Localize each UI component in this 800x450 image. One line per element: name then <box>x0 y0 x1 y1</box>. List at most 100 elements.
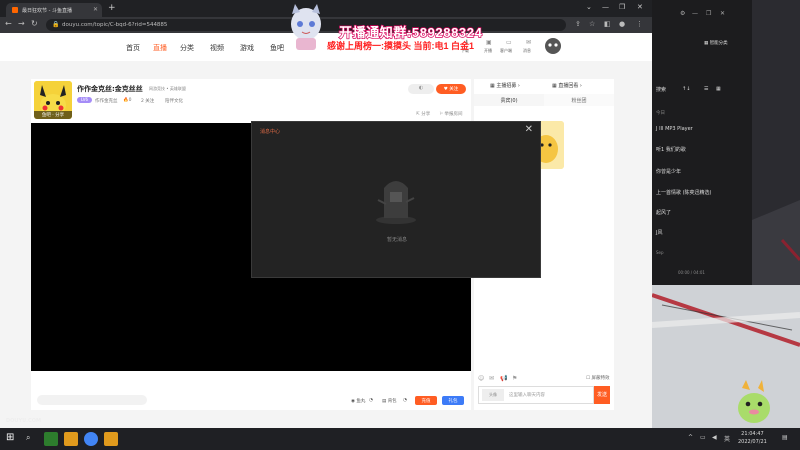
fishball-text: 鱼丸 <box>356 399 366 404</box>
track-item[interactable]: 你曾是少年 <box>656 168 681 175</box>
user-avatar[interactable] <box>544 37 562 55</box>
lock-icon: 🔒 <box>52 21 60 28</box>
search-tab[interactable]: 搜索 <box>656 86 666 93</box>
clock-date: 2022/07/21 <box>738 439 767 445</box>
nav-messages[interactable]: 消息 <box>523 48 531 54</box>
streamer-header: 鱼吧 · 分享 作作金克丝:金克丝丝 网游竞技 • 英雄联盟 LV6 作作金克丝… <box>31 79 471 123</box>
tray-chevron-icon[interactable]: ^ <box>688 434 693 441</box>
block-effects-checkbox[interactable]: ☐ 屏蔽特效 <box>586 375 609 381</box>
streamer-avatar[interactable]: 鱼吧 · 分享 <box>34 81 72 119</box>
app-orange-icon[interactable] <box>104 432 118 446</box>
address-toolbar: ← → ↻ 🔒 douyu.com/topic/C-bqd-6?rid=5448… <box>0 17 652 33</box>
track-item[interactable]: Sep <box>656 250 664 255</box>
app-green-icon[interactable] <box>44 432 58 446</box>
track-item[interactable]: J III MP3 Player <box>656 126 693 132</box>
track-item[interactable]: 上一首情歌 (陈奕迅精选) <box>656 189 712 196</box>
star-icon[interactable]: ☆ <box>589 20 595 28</box>
reload-icon[interactable]: ↻ <box>31 19 38 28</box>
send-button[interactable]: 发送 <box>594 386 610 404</box>
close-tab-icon[interactable]: ✕ <box>93 6 98 13</box>
broadcast-icon[interactable]: ▣ <box>486 39 492 46</box>
backpack-label: ▤ 背包 <box>382 399 397 404</box>
network-icon[interactable]: ▭ <box>700 434 706 441</box>
track-item[interactable]: 起风了 <box>656 209 671 216</box>
close-window-icon[interactable]: ✕ <box>637 3 643 11</box>
back-icon[interactable]: ← <box>5 19 12 28</box>
nav-home[interactable]: 首页 <box>126 43 140 53</box>
fishball-icon[interactable]: ◔ <box>369 398 373 403</box>
maximize-icon[interactable]: ❐ <box>619 3 625 11</box>
close-icon[interactable]: ✕ <box>525 124 533 135</box>
taskbar: ⊞ ⌕ ^ ▭ ◀ 英 21:04:47 2022/07/21 ▤ <box>0 428 800 450</box>
gift-pack-button[interactable]: 礼包 <box>442 396 464 405</box>
share-icon[interactable]: ⇪ <box>575 20 581 28</box>
volume-icon[interactable]: ◀ <box>712 434 717 441</box>
ime-icon[interactable]: 英 <box>724 434 730 443</box>
browser-tab[interactable]: 最日狂欢节 - 斗鱼直播 ✕ <box>6 3 102 17</box>
streamer-name[interactable]: 作作金克丝 <box>95 98 118 104</box>
bell-icon[interactable]: ◐ <box>408 84 434 94</box>
stream-category[interactable]: 网游竞技 • 英雄联盟 <box>149 86 186 92</box>
minimize-icon[interactable]: — <box>602 3 609 11</box>
follow-button[interactable]: ♥ 关注 <box>436 84 466 94</box>
recharge-button[interactable]: 充值 <box>415 396 437 405</box>
gift-search[interactable] <box>37 395 147 405</box>
chat-placeholder: 这里输入聊天内容 <box>509 393 545 398</box>
track-item[interactable]: J风 <box>656 229 662 236</box>
grid-icon[interactable]: ▦ <box>716 86 721 92</box>
windows-start-icon[interactable]: ⊞ <box>6 432 14 443</box>
report-button[interactable]: ⚐ 举报房间 <box>439 111 462 117</box>
sort-tab[interactable]: ↑↓ <box>682 86 690 92</box>
modal-title: 消息中心 <box>260 129 281 135</box>
forward-icon[interactable]: → <box>18 19 25 28</box>
client-icon[interactable]: ▭ <box>506 39 512 46</box>
search-icon[interactable]: ⌕ <box>26 433 30 443</box>
recruit-tab[interactable]: ▦ 主播招募 › <box>490 82 520 89</box>
megaphone-icon[interactable]: 📢 <box>500 375 507 382</box>
close-icon[interactable]: ✕ <box>720 10 725 17</box>
smart-category[interactable]: ▦ 智能分类 <box>704 40 728 46</box>
chat-input[interactable]: 头像 这里输入聊天内容 <box>478 386 594 404</box>
replay-tab[interactable]: ▦ 直播回看 › <box>552 82 582 89</box>
tab-vip[interactable]: 贵宾(0) <box>474 94 544 106</box>
nav-broadcast[interactable]: 开播 <box>484 48 492 54</box>
banner-subtitle: 感谢上周榜一:摸摸头 当前:电1 白金1 <box>327 41 475 51</box>
menu-icon[interactable]: ⋮ <box>636 20 643 28</box>
message-icon[interactable]: ✉ <box>526 39 531 46</box>
app-folder-icon[interactable] <box>64 432 78 446</box>
douyu-watermark: DOUYU.COM <box>6 418 41 424</box>
nav-client[interactable]: 客户端 <box>500 48 512 54</box>
message-center-modal: 消息中心 ✕ 暂无消息 <box>251 121 541 278</box>
nav-live[interactable]: 直播 <box>153 43 167 53</box>
tab-fan-club[interactable]: 粉丝团 <box>544 94 614 106</box>
clock[interactable]: 21:04:47 2022/07/21 <box>738 430 767 446</box>
fishball-label: ◉ 鱼丸 <box>351 399 366 404</box>
clock-time: 21:04:47 <box>741 431 764 437</box>
new-tab-button[interactable]: + <box>108 3 116 13</box>
dinosaur-mascot-icon <box>738 380 770 423</box>
gift-icon[interactable]: ⚑ <box>512 375 517 382</box>
backpack-text: 背包 <box>387 399 397 404</box>
chevron-down-icon[interactable]: ⌄ <box>586 3 592 11</box>
profile-icon[interactable]: ● <box>619 20 625 28</box>
nav-games[interactable]: 游戏 <box>240 43 254 53</box>
music-player-window: ⚙ — ❐ ✕ ▦ 智能分类 搜索 ↑↓ ☰ ▦ 今日 J III MP3 Pl… <box>652 0 752 285</box>
play-time: 00:00 / 04:01 <box>678 270 705 275</box>
list-icon[interactable]: ☰ <box>704 86 708 92</box>
restore-icon[interactable]: ❐ <box>706 10 711 17</box>
nav-fishbar[interactable]: 鱼吧 <box>270 43 284 53</box>
mail-icon[interactable]: ✉ <box>489 375 494 382</box>
track-item[interactable]: 听1 我们的歌 <box>656 146 686 153</box>
share-button[interactable]: ⇱ 分享 <box>416 111 430 117</box>
minimize-icon[interactable]: — <box>692 10 698 17</box>
nav-video[interactable]: 视频 <box>210 43 224 53</box>
extensions-icon[interactable]: ◧ <box>604 20 611 28</box>
notification-icon[interactable]: ▤ <box>782 434 788 441</box>
smart-category-label: 智能分类 <box>709 41 728 46</box>
backpack-icon[interactable]: ◔ <box>403 398 407 403</box>
settings-icon[interactable]: ⚙ <box>680 10 685 17</box>
nav-category[interactable]: 分类 <box>180 43 194 53</box>
avatar-caption: 鱼吧 · 分享 <box>34 111 72 119</box>
emoji-icon[interactable]: ☺ <box>478 375 484 382</box>
chrome-icon[interactable] <box>84 432 98 446</box>
